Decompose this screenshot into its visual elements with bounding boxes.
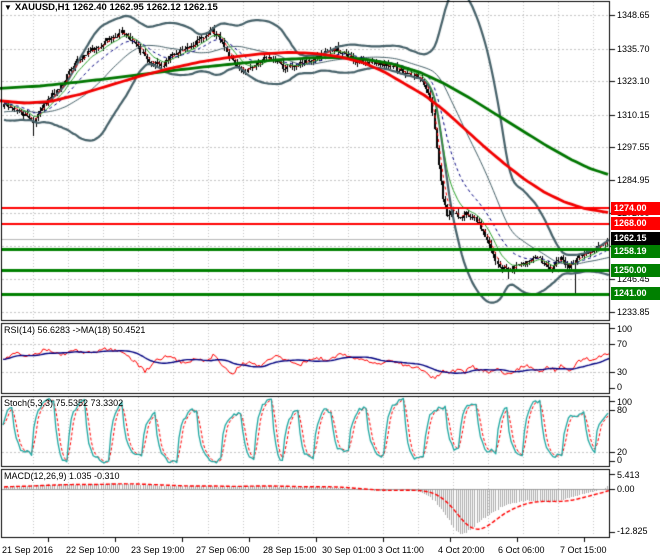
- chart-title: ▼ XAUUSD,H1 1262.40 1262.95 1262.12 1262.…: [4, 2, 218, 13]
- price-level-badge: 1241.00: [611, 287, 660, 300]
- indicator-scale-label: 0: [617, 455, 623, 465]
- price-tick-label: 1335.70: [617, 43, 650, 54]
- stoch-panel-label: Stoch(5,3,3) 75.5352 73.3302: [4, 398, 124, 408]
- indicator-scale-label: 5.413: [617, 470, 640, 480]
- time-tick-label: 28 Sep 15:00: [263, 545, 317, 555]
- macd-panel-label: MACD(12,26,9) 1.035 -0.310: [4, 471, 120, 481]
- price-tick-label: 1310.15: [617, 109, 650, 120]
- time-tick-label: 21 Sep 2016: [2, 545, 54, 555]
- price-tick-label: 1297.55: [617, 142, 650, 153]
- indicator-scale-label: 30: [617, 367, 628, 377]
- indicator-scale-label: 100: [617, 324, 633, 334]
- price-level-badge: 1262.15: [611, 232, 660, 245]
- indicator-scale-label: 0: [617, 382, 623, 392]
- indicator-scale-label: -12.825: [617, 526, 648, 536]
- time-tick-label: 23 Sep 19:00: [131, 545, 185, 555]
- price-tick-label: 1323.10: [617, 76, 650, 87]
- rsi-panel-label: RSI(14) 56.6283 ->MA(18) 50.4521: [4, 325, 146, 335]
- indicator-scale-label: 80: [617, 405, 628, 415]
- indicator-scale-label: 0.00: [617, 484, 635, 495]
- price-tick-label: 1348.65: [617, 10, 650, 20]
- time-tick-label: 22 Sep 10:00: [66, 545, 120, 555]
- time-tick-label: 4 Oct 20:00: [438, 545, 485, 555]
- time-tick-label: 27 Sep 06:00: [196, 545, 250, 555]
- symbol-dropdown-icon[interactable]: ▼: [4, 3, 12, 12]
- mt4-chart-window: ▼ XAUUSD,H1 1262.40 1262.95 1262.12 1262.…: [0, 0, 660, 560]
- time-tick-label: 3 Oct 11:00: [378, 545, 424, 555]
- time-tick-label: 7 Oct 15:00: [560, 545, 607, 555]
- indicator-scale-label: 70: [617, 339, 628, 349]
- price-level-badge: 1274.00: [611, 202, 660, 215]
- time-tick-label: 6 Oct 06:00: [498, 545, 545, 555]
- price-tick-label: 1284.95: [617, 174, 650, 185]
- price-level-badge: 1250.00: [611, 264, 660, 277]
- price-tick-label: 1233.85: [617, 307, 650, 317]
- price-level-badge: 1258.19: [611, 245, 660, 258]
- time-tick-label: 30 Sep 01:00: [322, 545, 376, 555]
- symbol-timeframe-label: XAUUSD,H1: [14, 2, 70, 13]
- ohlc-quote-label: 1262.40 1262.95 1262.12 1262.15: [72, 2, 218, 13]
- price-level-badge: 1268.00: [611, 217, 660, 230]
